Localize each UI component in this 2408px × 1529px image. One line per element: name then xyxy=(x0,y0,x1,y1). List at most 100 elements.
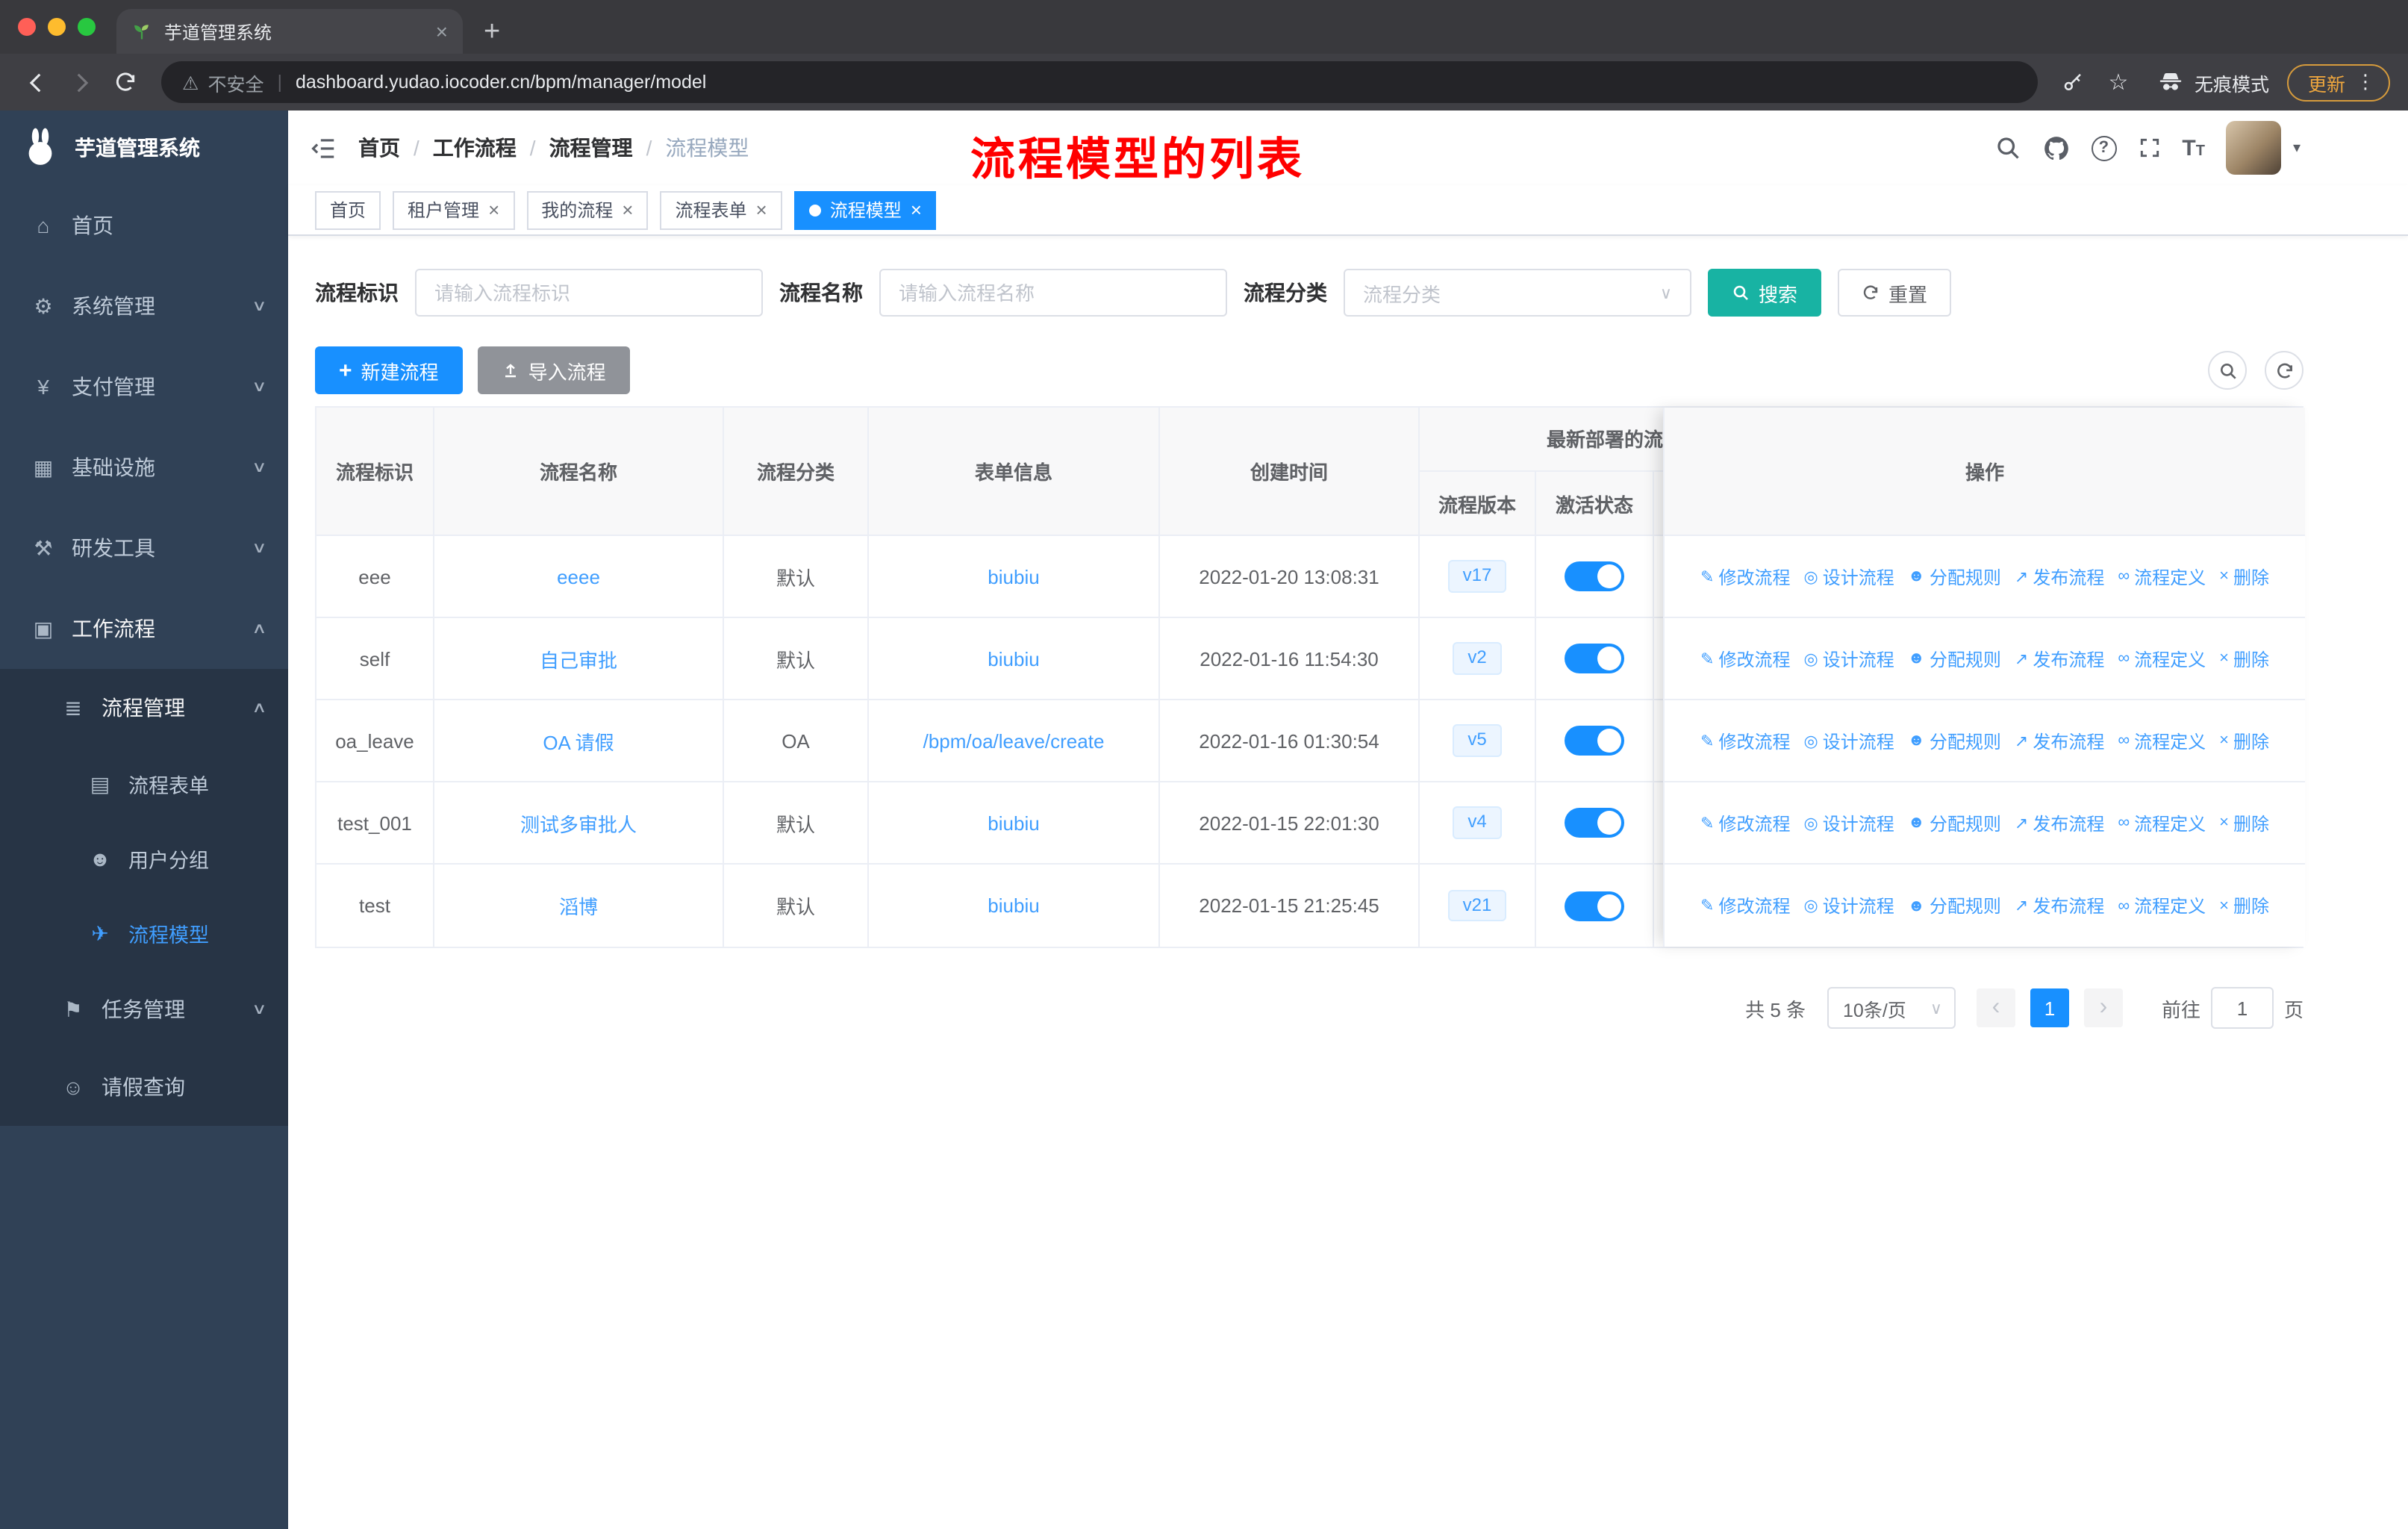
refresh-icon[interactable] xyxy=(2265,351,2303,390)
delete-link[interactable]: × 删除 xyxy=(2219,893,2269,918)
security-label[interactable]: 不安全 xyxy=(208,68,263,96)
active-toggle[interactable] xyxy=(1565,808,1624,838)
assign-rule-link[interactable]: ☻ 分配规则 xyxy=(1908,893,2001,918)
fullscreen-icon[interactable] xyxy=(2137,136,2161,160)
import-process-button[interactable]: 导入流程 xyxy=(477,346,630,394)
edit-process-link[interactable]: ✎ 修改流程 xyxy=(1700,728,1790,753)
menu-fold-icon[interactable] xyxy=(309,134,337,162)
process-definition-link[interactable]: ∞ 流程定义 xyxy=(2118,646,2206,671)
delete-link[interactable]: × 删除 xyxy=(2219,564,2269,589)
bookmark-star-icon[interactable]: ☆ xyxy=(2097,61,2139,103)
process-definition-link[interactable]: ∞ 流程定义 xyxy=(2118,893,2206,918)
design-process-link[interactable]: ◎ 设计流程 xyxy=(1803,646,1894,671)
browser-tab[interactable]: 芋道管理系统 × xyxy=(116,9,463,54)
close-icon[interactable]: × xyxy=(488,200,499,219)
back-icon[interactable] xyxy=(15,61,57,103)
form-info-link[interactable]: biubiu xyxy=(988,647,1039,670)
assign-rule-link[interactable]: ☻ 分配规则 xyxy=(1908,564,2001,589)
search-icon[interactable] xyxy=(1994,134,2021,161)
active-toggle[interactable] xyxy=(1565,726,1624,756)
create-process-button[interactable]: + 新建流程 xyxy=(315,346,463,394)
close-icon[interactable]: × xyxy=(756,200,767,219)
sidebar-item-dev-tools[interactable]: ⚒ 研发工具 ∨ xyxy=(0,508,288,588)
tag-my-process[interactable]: 我的流程 × xyxy=(526,190,649,229)
delete-link[interactable]: × 删除 xyxy=(2219,646,2269,671)
sidebar-item-system-mgmt[interactable]: ⚙ 系统管理 ∨ xyxy=(0,266,288,346)
active-toggle[interactable] xyxy=(1565,891,1624,921)
password-key-icon[interactable] xyxy=(2053,61,2094,103)
sidebar-item-process-model[interactable]: ✈ 流程模型 xyxy=(0,896,288,971)
sidebar-logo[interactable]: 芋道管理系统 xyxy=(0,110,288,185)
sidebar-item-payment-mgmt[interactable]: ¥ 支付管理 ∨ xyxy=(0,346,288,427)
tag-tenant-mgmt[interactable]: 租户管理 × xyxy=(393,190,515,229)
github-icon[interactable] xyxy=(2042,134,2070,162)
process-definition-link[interactable]: ∞ 流程定义 xyxy=(2118,728,2206,753)
tag-process-form[interactable]: 流程表单 × xyxy=(660,190,782,229)
tag-process-model[interactable]: 流程模型 × xyxy=(793,190,937,229)
delete-link[interactable]: × 删除 xyxy=(2219,728,2269,753)
process-name-link[interactable]: 自己审批 xyxy=(540,644,617,673)
process-name-input[interactable] xyxy=(879,269,1227,317)
sidebar-item-leave-query[interactable]: ☺ 请假查询 xyxy=(0,1048,288,1126)
process-key-input[interactable] xyxy=(415,269,763,317)
sidebar-item-infrastructure[interactable]: ▦ 基础设施 ∨ xyxy=(0,427,288,508)
process-name-link[interactable]: OA 请假 xyxy=(543,726,614,755)
publish-process-link[interactable]: ↗ 发布流程 xyxy=(2015,810,2104,835)
font-size-icon[interactable]: TT xyxy=(2182,135,2205,161)
publish-process-link[interactable]: ↗ 发布流程 xyxy=(2015,564,2104,589)
edit-process-link[interactable]: ✎ 修改流程 xyxy=(1700,810,1790,835)
help-icon[interactable]: ? xyxy=(2091,135,2117,161)
publish-process-link[interactable]: ↗ 发布流程 xyxy=(2015,893,2104,918)
sidebar-item-home[interactable]: ⌂ 首页 xyxy=(0,185,288,266)
edit-process-link[interactable]: ✎ 修改流程 xyxy=(1700,893,1790,918)
reload-icon[interactable] xyxy=(105,61,146,103)
design-process-link[interactable]: ◎ 设计流程 xyxy=(1803,893,1894,918)
process-category-select[interactable]: 流程分类 ∨ xyxy=(1344,269,1691,317)
current-page-button[interactable]: 1 xyxy=(2030,988,2069,1027)
publish-process-link[interactable]: ↗ 发布流程 xyxy=(2015,728,2104,753)
caret-down-icon[interactable]: ▾ xyxy=(2293,140,2301,156)
tag-home[interactable]: 首页 xyxy=(315,190,381,229)
address-bar[interactable]: ⚠ 不安全 | dashboard.yudao.iocoder.cn/bpm/m… xyxy=(161,61,2038,103)
active-toggle[interactable] xyxy=(1565,561,1624,591)
form-info-link[interactable]: biubiu xyxy=(988,812,1039,834)
assign-rule-link[interactable]: ☻ 分配规则 xyxy=(1908,728,2001,753)
forward-icon[interactable] xyxy=(60,61,102,103)
design-process-link[interactable]: ◎ 设计流程 xyxy=(1803,810,1894,835)
reset-button[interactable]: 重置 xyxy=(1838,269,1952,317)
browser-menu-icon[interactable]: ⋮ xyxy=(2356,70,2375,94)
edit-process-link[interactable]: ✎ 修改流程 xyxy=(1700,646,1790,671)
close-window-button[interactable] xyxy=(18,18,36,36)
design-process-link[interactable]: ◎ 设计流程 xyxy=(1803,728,1894,753)
page-size-select[interactable]: 10条/页 ∨ xyxy=(1827,987,1956,1029)
form-info-link[interactable]: /bpm/oa/leave/create xyxy=(923,729,1105,752)
search-button[interactable]: 搜索 xyxy=(1708,269,1822,317)
breadcrumb-item[interactable]: 流程管理 xyxy=(549,133,633,163)
avatar[interactable] xyxy=(2225,121,2281,175)
breadcrumb-item[interactable]: 工作流程 xyxy=(433,133,517,163)
publish-process-link[interactable]: ↗ 发布流程 xyxy=(2015,646,2104,671)
process-definition-link[interactable]: ∞ 流程定义 xyxy=(2118,810,2206,835)
process-name-link[interactable]: 滔博 xyxy=(559,891,598,920)
assign-rule-link[interactable]: ☻ 分配规则 xyxy=(1908,646,2001,671)
sidebar-item-process-mgmt[interactable]: ≣ 流程管理 ∧ xyxy=(0,669,288,747)
edit-process-link[interactable]: ✎ 修改流程 xyxy=(1700,564,1790,589)
goto-page-input[interactable] xyxy=(2210,987,2274,1029)
sidebar-item-workflow[interactable]: ▣ 工作流程 ∧ xyxy=(0,588,288,669)
breadcrumb-item[interactable]: 首页 xyxy=(358,133,400,163)
prev-page-button[interactable]: ‹ xyxy=(1976,988,2015,1027)
close-icon[interactable]: × xyxy=(622,200,633,219)
active-toggle[interactable] xyxy=(1565,644,1624,673)
sidebar-item-task-mgmt[interactable]: ⚑ 任务管理 ∨ xyxy=(0,971,288,1048)
process-name-link[interactable]: 测试多审批人 xyxy=(520,809,637,837)
form-info-link[interactable]: biubiu xyxy=(988,894,1039,917)
close-icon[interactable]: × xyxy=(911,200,922,219)
process-name-link[interactable]: eeee xyxy=(557,565,600,588)
design-process-link[interactable]: ◎ 设计流程 xyxy=(1803,564,1894,589)
zoom-window-button[interactable] xyxy=(78,18,96,36)
toggle-search-icon[interactable] xyxy=(2208,351,2247,390)
minimize-window-button[interactable] xyxy=(48,18,66,36)
delete-link[interactable]: × 删除 xyxy=(2219,810,2269,835)
process-definition-link[interactable]: ∞ 流程定义 xyxy=(2118,564,2206,589)
next-page-button[interactable]: › xyxy=(2083,988,2123,1027)
